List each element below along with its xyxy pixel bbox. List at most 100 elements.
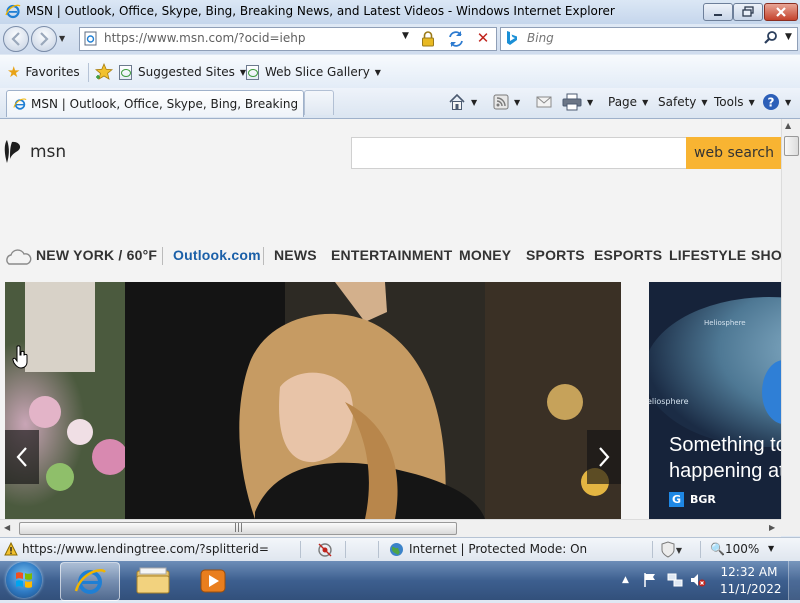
minimize-icon (714, 14, 722, 16)
status-bar: https://www.lendingtree.com/?splitterid=… (0, 537, 800, 561)
nav-outlook[interactable]: Outlook.com (173, 247, 261, 263)
grip-icon: ||| (234, 523, 244, 533)
favorites-button[interactable]: ★ Favorites (7, 62, 80, 82)
chevron-down-icon: ▼ (748, 97, 755, 107)
minimize-button[interactable] (703, 3, 733, 21)
svg-text:?: ? (768, 96, 775, 110)
nav-news[interactable]: NEWS (274, 247, 317, 263)
nav-sports[interactable]: SPORTS (526, 247, 585, 263)
scroll-right-arrow-icon[interactable]: ▶ (769, 523, 775, 532)
page-icon (119, 64, 132, 80)
refresh-icon[interactable] (446, 30, 466, 48)
cloud-icon (6, 249, 32, 265)
forward-button[interactable] (31, 26, 57, 52)
bing-logo-icon (507, 31, 517, 45)
action-center-flag-icon[interactable] (643, 572, 657, 588)
clock-date[interactable]: 11/1/2022 (720, 582, 782, 596)
web-slice-gallery-button[interactable]: Web Slice Gallery ▼ (246, 62, 381, 82)
restore-button[interactable] (733, 3, 763, 21)
mail-icon (536, 96, 552, 108)
web-search-button[interactable]: web search (686, 137, 782, 169)
address-bar[interactable]: ▼ ✕ (79, 27, 497, 51)
hand-cursor-icon (12, 345, 28, 369)
help-icon: ? (763, 94, 779, 110)
nav-divider (162, 247, 163, 265)
start-button[interactable] (6, 562, 42, 598)
horizontal-scrollbar[interactable]: ◀ ||| ▶ (0, 519, 781, 537)
clock-time[interactable]: 12:32 AM (720, 565, 778, 579)
chevron-down-icon: ▼ (514, 97, 521, 107)
add-to-favorites-button[interactable] (94, 62, 114, 84)
web-search-input[interactable] (351, 137, 690, 169)
tab-label: MSN | Outlook, Office, Skype, Bing, Brea… (31, 97, 297, 111)
page-menu-label: Page (608, 95, 638, 109)
tools-menu-label: Tools (714, 95, 744, 109)
privacy-report-icon[interactable] (316, 541, 334, 559)
chevron-down-icon: ▼ (587, 97, 594, 107)
safety-menu[interactable]: Safety ▼ (658, 92, 708, 112)
nav-shopping[interactable]: SHO (751, 247, 782, 263)
print-button[interactable]: ▼ (562, 92, 593, 112)
tab-msn[interactable]: MSN | Outlook, Office, Skype, Bing, Brea… (6, 90, 304, 117)
taskbar-file-explorer[interactable] (126, 562, 180, 599)
close-window-button[interactable] (764, 3, 798, 21)
status-url: https://www.lendingtree.com/?splitterid= (22, 542, 269, 556)
nav-entertainment[interactable]: ENTERTAINMENT (331, 247, 452, 263)
back-button[interactable] (3, 26, 29, 52)
side-news-card[interactable]: Heliosphere eliosphere Something to happ… (649, 282, 789, 519)
taskbar-internet-explorer[interactable] (60, 562, 120, 601)
internet-explorer-icon (13, 98, 27, 110)
status-divider (300, 541, 301, 558)
network-icon[interactable] (667, 572, 683, 588)
carousel-prev-button[interactable] (5, 430, 39, 484)
horizontal-scroll-thumb[interactable]: ||| (19, 522, 457, 535)
favorites-divider (88, 63, 89, 82)
nav-weather[interactable]: NEW YORK / 60°F (36, 247, 157, 263)
home-button[interactable]: ▼ (448, 92, 477, 112)
zoom-dropdown[interactable]: ▼ (768, 544, 774, 553)
security-zone[interactable]: Internet | Protected Mode: On (409, 542, 587, 556)
side-card-headline[interactable]: Something to happening at (669, 432, 789, 484)
page-menu[interactable]: Page ▼ (608, 92, 648, 112)
page-content: msn web search NEW YORK / 60°F Outlook.c… (0, 119, 800, 519)
nav-money[interactable]: MONEY (459, 247, 511, 263)
address-input[interactable] (104, 29, 384, 47)
vertical-scrollbar[interactable]: ▲ (781, 119, 800, 519)
recent-pages-dropdown[interactable]: ▼ (59, 34, 69, 44)
show-desktop-button[interactable] (788, 561, 800, 600)
help-menu[interactable]: ? ▼ (762, 92, 791, 112)
hero-carousel[interactable] (5, 282, 621, 519)
stop-button[interactable]: ✕ (474, 29, 492, 47)
show-hidden-icons-button[interactable]: ▲ (622, 575, 629, 585)
scroll-left-arrow-icon[interactable]: ◀ (4, 523, 10, 532)
tools-menu[interactable]: Tools ▼ (714, 92, 755, 112)
hero-image[interactable] (5, 282, 621, 519)
heliosphere-label-2: eliosphere (649, 397, 689, 406)
chevron-down-icon: ▼ (701, 97, 708, 107)
search-provider-dropdown[interactable]: ▼ (785, 32, 792, 42)
search-icon[interactable] (763, 30, 779, 46)
feeds-button[interactable]: ▼ (493, 92, 520, 112)
nav-esports[interactable]: ESPORTS (594, 247, 662, 263)
read-mail-button[interactable] (536, 92, 552, 112)
vertical-scroll-thumb[interactable] (784, 136, 799, 156)
heliosphere-label: Heliosphere (704, 319, 746, 327)
msn-nav-bar: NEW YORK / 60°F Outlook.com NEWS ENTERTA… (0, 247, 782, 267)
side-card-source: G BGR (669, 492, 716, 507)
windows-logo-icon (16, 572, 32, 588)
msn-logo[interactable]: msn (4, 139, 66, 165)
suggested-sites-button[interactable]: Suggested Sites ▼ (119, 62, 246, 82)
zoom-level[interactable]: 100% (725, 542, 759, 556)
volume-muted-icon[interactable] (690, 572, 706, 588)
new-tab-button[interactable] (304, 90, 334, 115)
address-dropdown[interactable]: ▼ (402, 31, 409, 41)
search-input[interactable] (527, 29, 747, 47)
lock-icon[interactable] (421, 31, 435, 47)
search-box[interactable]: ▼ (500, 27, 798, 51)
nav-lifestyle[interactable]: LIFESTYLE (669, 247, 746, 263)
protection-button[interactable]: ▼ (660, 541, 684, 558)
carousel-next-button[interactable] (587, 430, 621, 484)
taskbar-media-player[interactable] (186, 562, 240, 599)
side-card-source-name: BGR (690, 493, 716, 506)
scroll-up-arrow-icon[interactable]: ▲ (785, 121, 791, 130)
